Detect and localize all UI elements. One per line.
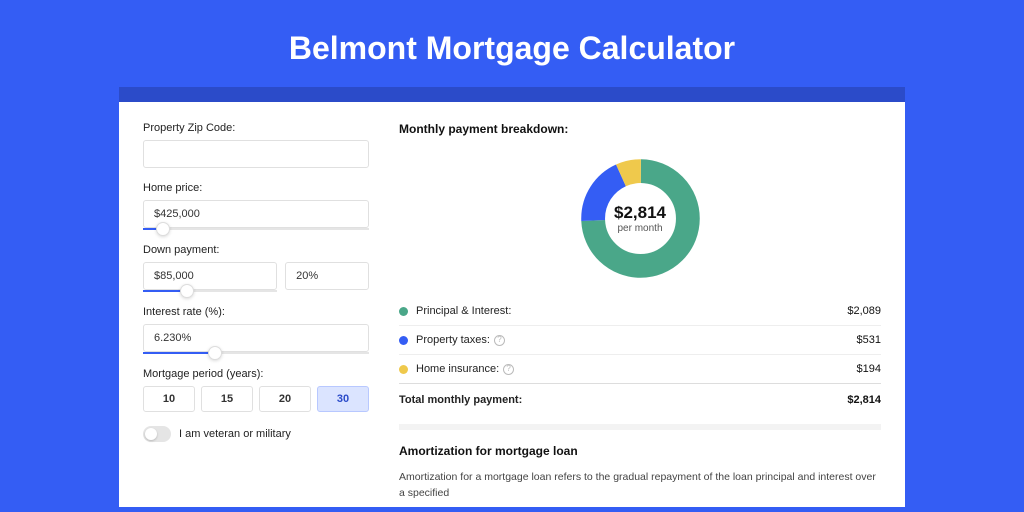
legend-dot-icon xyxy=(399,307,408,316)
donut-chart-wrap: $2,814 per month xyxy=(399,148,881,297)
down-payment-input[interactable] xyxy=(143,262,277,290)
interest-rate-slider[interactable] xyxy=(143,352,369,354)
interest-rate-input[interactable] xyxy=(143,324,369,352)
total-row: Total monthly payment: $2,814 xyxy=(399,383,881,416)
zip-label: Property Zip Code: xyxy=(143,122,369,134)
total-value: $2,814 xyxy=(847,394,881,406)
breakdown-panel: Monthly payment breakdown: $2,814 per mo… xyxy=(389,122,905,507)
home-price-field-group: Home price: xyxy=(143,182,369,230)
period-option-10[interactable]: 10 xyxy=(143,386,195,412)
period-label: Mortgage period (years): xyxy=(143,368,369,380)
home-price-label: Home price: xyxy=(143,182,369,194)
legend-dot-icon xyxy=(399,336,408,345)
calculator-card: Property Zip Code: Home price: Down paym… xyxy=(119,87,905,507)
total-label: Total monthly payment: xyxy=(399,394,847,406)
amortization-section: Amortization for mortgage loan Amortizat… xyxy=(399,424,881,502)
info-icon[interactable]: ? xyxy=(494,335,505,346)
period-option-15[interactable]: 15 xyxy=(201,386,253,412)
legend-label: Property taxes: ? xyxy=(416,334,857,346)
zip-input[interactable] xyxy=(143,140,369,168)
breakdown-title: Monthly payment breakdown: xyxy=(399,122,881,136)
donut-sub: per month xyxy=(617,223,662,234)
donut-chart: $2,814 per month xyxy=(578,156,703,281)
legend-label: Home insurance: ? xyxy=(416,363,857,375)
input-panel: Property Zip Code: Home price: Down paym… xyxy=(119,122,389,507)
period-options: 10152030 xyxy=(143,386,369,412)
period-option-30[interactable]: 30 xyxy=(317,386,369,412)
down-payment-slider[interactable] xyxy=(143,290,277,292)
page-title: Belmont Mortgage Calculator xyxy=(0,0,1024,87)
veteran-label: I am veteran or military xyxy=(179,428,291,440)
down-payment-pct-input[interactable] xyxy=(285,262,369,290)
down-payment-label: Down payment: xyxy=(143,244,369,256)
legend: Principal & Interest: $2,089Property tax… xyxy=(399,297,881,383)
veteran-toggle[interactable] xyxy=(143,426,171,442)
donut-center: $2,814 per month xyxy=(578,156,703,281)
legend-row-home_insurance: Home insurance: ?$194 xyxy=(399,355,881,383)
legend-dot-icon xyxy=(399,365,408,374)
legend-label: Principal & Interest: xyxy=(416,305,847,317)
home-price-slider[interactable] xyxy=(143,228,369,230)
legend-value: $531 xyxy=(857,334,881,346)
info-icon[interactable]: ? xyxy=(503,364,514,375)
home-price-input[interactable] xyxy=(143,200,369,228)
period-option-20[interactable]: 20 xyxy=(259,386,311,412)
legend-row-principal_interest: Principal & Interest: $2,089 xyxy=(399,297,881,326)
interest-rate-label: Interest rate (%): xyxy=(143,306,369,318)
amortization-title: Amortization for mortgage loan xyxy=(399,444,881,458)
interest-rate-field-group: Interest rate (%): xyxy=(143,306,369,354)
zip-field-group: Property Zip Code: xyxy=(143,122,369,168)
period-field-group: Mortgage period (years): 10152030 xyxy=(143,368,369,412)
legend-value: $194 xyxy=(857,363,881,375)
veteran-row: I am veteran or military xyxy=(143,426,369,442)
legend-value: $2,089 xyxy=(847,305,881,317)
legend-row-property_taxes: Property taxes: ?$531 xyxy=(399,326,881,355)
donut-amount: $2,814 xyxy=(614,203,666,223)
down-payment-field-group: Down payment: xyxy=(143,244,369,292)
amortization-body: Amortization for a mortgage loan refers … xyxy=(399,470,881,502)
